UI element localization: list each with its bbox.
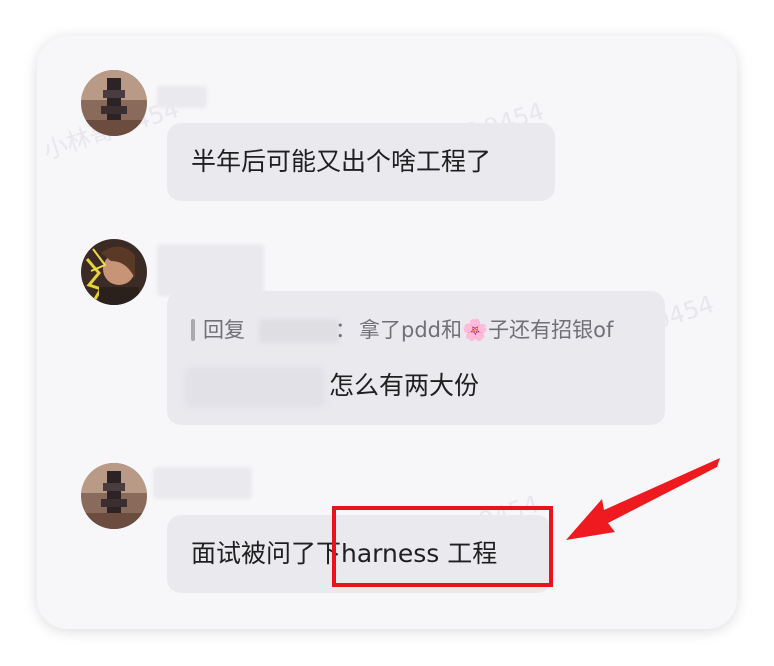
blurred-region	[185, 367, 325, 407]
red-arrow-icon	[560, 455, 725, 554]
sender-name	[153, 467, 252, 499]
reply-prefix: 回复	[203, 318, 245, 342]
reply-quote-bar	[191, 319, 195, 341]
sender-name	[157, 86, 207, 108]
message-text: 半年后可能又出个啥工程了	[191, 147, 492, 176]
avatar[interactable]	[81, 239, 147, 305]
sender-name	[157, 244, 264, 296]
message-text-plain: 面试被问了	[191, 539, 317, 568]
message-bubble[interactable]: 半年后可能又出个啥工程了	[167, 123, 555, 201]
reply-separator: ：	[335, 318, 356, 342]
avatar[interactable]	[81, 70, 147, 136]
reply-quoted-text: 拿了pdd和🌸子还有招银of	[359, 318, 614, 342]
avatar[interactable]	[81, 463, 147, 529]
message-text: 怎么有两大份	[329, 371, 480, 400]
reply-target-name	[259, 319, 339, 343]
highlight-box	[332, 506, 553, 587]
message-bubble[interactable]: 回复 ： 拿了pdd和🌸子还有招银of 怎么有两大份	[167, 291, 665, 425]
